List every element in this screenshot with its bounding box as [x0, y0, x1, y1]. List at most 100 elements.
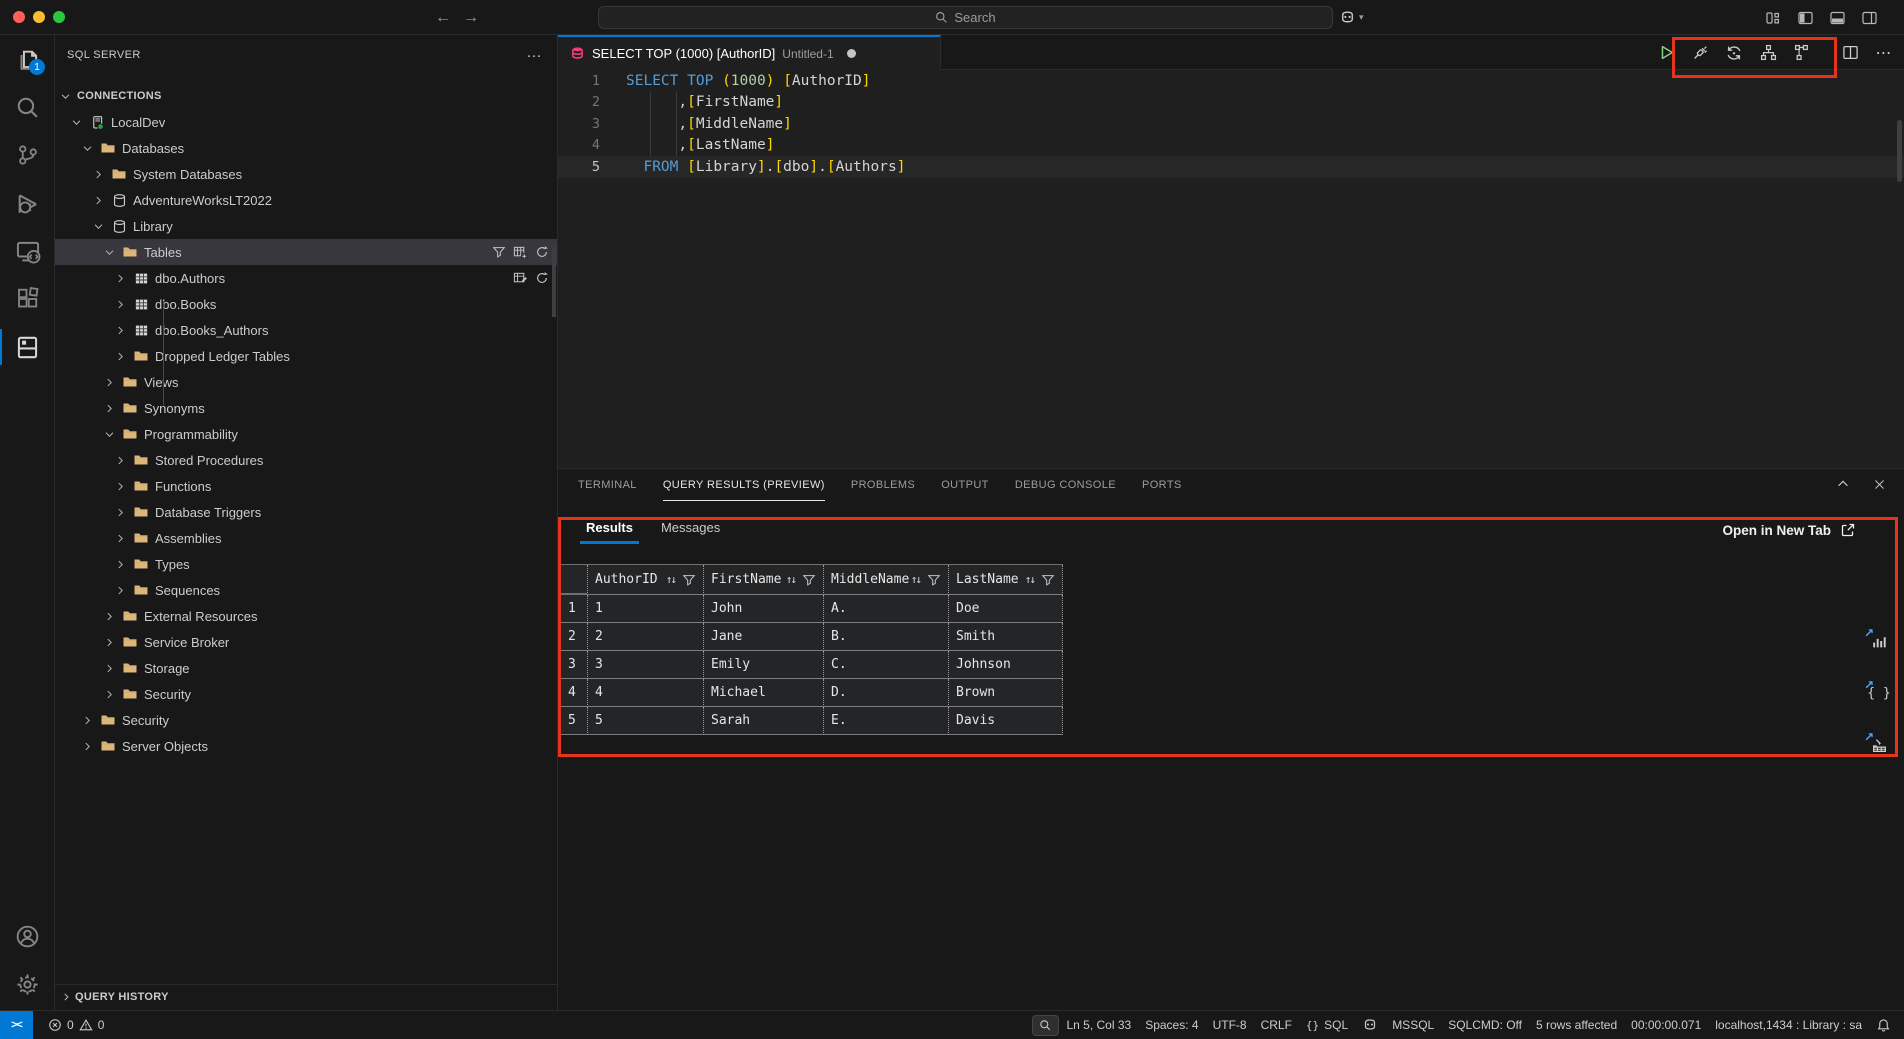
chevron-right-icon[interactable] [102, 403, 116, 414]
change-connection-button[interactable] [1722, 41, 1746, 65]
tree-item-dbo-books[interactable]: dbo.Books [55, 291, 557, 317]
chevron-right-icon[interactable] [113, 273, 127, 284]
chevron-right-icon[interactable] [113, 299, 127, 310]
code-line-5[interactable]: 5 FROM [Library].[dbo].[Authors] [558, 156, 1904, 178]
toggle-primary-sidebar-button[interactable] [1792, 6, 1818, 29]
row-number-cell[interactable]: 2 [560, 623, 588, 651]
statusbar-sqlcmd-mode[interactable]: SQLCMD: Off [1441, 1018, 1529, 1032]
panel-tab-problems[interactable]: PROBLEMS [851, 469, 915, 501]
chevron-right-icon[interactable] [102, 663, 116, 674]
tree-item-storage[interactable]: Storage [55, 655, 557, 681]
results-grid[interactable]: AuthorID↑↓FirstName↑↓MiddleName↑↓LastNam… [560, 564, 1063, 735]
grid-cell[interactable]: Johnson [949, 651, 1063, 679]
chevron-right-icon[interactable] [113, 325, 127, 336]
grid-row-4[interactable]: 44MichaelD.Brown [560, 679, 1063, 707]
statusbar-copilot-status[interactable] [1355, 1017, 1385, 1033]
code-line-4[interactable]: 4 ,[LastName] [558, 135, 1904, 157]
grid-cell[interactable]: Jane [704, 623, 824, 651]
code-line-1[interactable]: 1SELECT TOP (1000) [AuthorID] [558, 70, 1904, 92]
grid-cell[interactable]: 5 [588, 707, 704, 735]
grid-row-3[interactable]: 33EmilyC.Johnson [560, 651, 1063, 679]
statusbar-indentation[interactable]: Spaces: 4 [1138, 1018, 1205, 1032]
filter-icon[interactable] [927, 573, 941, 587]
chevron-down-icon[interactable] [102, 247, 116, 258]
chevron-right-icon[interactable] [113, 481, 127, 492]
chevron-right-icon[interactable] [113, 507, 127, 518]
results-tab-results[interactable]: Results [586, 520, 633, 544]
sidebar-more-actions-button[interactable]: ··· [523, 47, 545, 64]
edit-data-button[interactable] [513, 271, 528, 286]
tree-item-databases[interactable]: Databases [55, 135, 557, 161]
open-in-new-tab-button[interactable]: Open in New Tab [1722, 522, 1856, 538]
toggle-secondary-sidebar-button[interactable] [1856, 6, 1882, 29]
tree-item-types[interactable]: Types [55, 551, 557, 577]
filter-icon[interactable] [802, 573, 816, 587]
panel-tab-debug-console[interactable]: DEBUG CONSOLE [1015, 469, 1116, 501]
save-as-excel-button[interactable]: ↗ [1868, 630, 1890, 652]
chevron-down-icon[interactable] [69, 117, 83, 128]
chevron-right-icon[interactable] [102, 689, 116, 700]
tree-item-sequences[interactable]: Sequences [55, 577, 557, 603]
navigate-back-button[interactable]: ← [432, 7, 454, 29]
grid-header-lastname[interactable]: LastName↑↓ [949, 565, 1063, 595]
chevron-right-icon[interactable] [113, 559, 127, 570]
tree-item-library[interactable]: Library [55, 213, 557, 239]
grid-cell[interactable]: E. [824, 707, 949, 735]
copilot-menu-button[interactable]: ▾ [1339, 6, 1364, 29]
chevron-right-icon[interactable] [113, 533, 127, 544]
chevron-down-icon[interactable] [58, 91, 72, 102]
grid-cell[interactable]: Emily [704, 651, 824, 679]
statusbar-language-mode[interactable]: {}SQL [1299, 1018, 1355, 1032]
tree-item-synonyms[interactable]: Synonyms [55, 395, 557, 421]
tree-item-dbo-books-authors[interactable]: dbo.Books_Authors [55, 317, 557, 343]
grid-cell[interactable]: Davis [949, 707, 1063, 735]
activity-bar-sql-server[interactable] [0, 323, 55, 371]
tree-item-database-triggers[interactable]: Database Triggers [55, 499, 557, 525]
command-center-search[interactable]: Search [598, 6, 1333, 29]
chevron-right-icon[interactable] [113, 455, 127, 466]
statusbar-connection-info[interactable]: localhost,1434 : Library : sa [1708, 1018, 1869, 1032]
chevron-right-icon[interactable] [113, 585, 127, 596]
remote-indicator-button[interactable]: >< [0, 1011, 33, 1039]
split-editor-button[interactable] [1838, 41, 1862, 65]
minimize-window-button[interactable] [33, 11, 45, 23]
new-table-button[interactable] [513, 245, 528, 260]
code-line-2[interactable]: 2 ,[FirstName] [558, 92, 1904, 114]
code-line-3[interactable]: 3 ,[MiddleName] [558, 113, 1904, 135]
sort-icon[interactable]: ↑↓ [786, 573, 795, 586]
chevron-down-icon[interactable] [91, 221, 105, 232]
row-number-cell[interactable]: 4 [560, 679, 588, 707]
tree-item-localdev[interactable]: LocalDev [55, 109, 557, 135]
activity-bar-accounts[interactable] [0, 912, 55, 960]
panel-tab-output[interactable]: OUTPUT [941, 469, 989, 501]
row-number-cell[interactable]: 3 [560, 651, 588, 679]
maximize-window-button[interactable] [53, 11, 65, 23]
tree-item-security-server[interactable]: Security [55, 707, 557, 733]
statusbar-mssql-provider[interactable]: MSSQL [1385, 1018, 1441, 1032]
grid-cell[interactable]: A. [824, 595, 949, 623]
grid-row-2[interactable]: 22JaneB.Smith [560, 623, 1063, 651]
save-as-csv-button[interactable]: ↗ [1868, 734, 1890, 756]
sidebar-scrollbar[interactable] [552, 247, 556, 317]
tab-dirty-indicator[interactable] [847, 49, 856, 58]
actual-plan-button[interactable] [1790, 41, 1814, 65]
tree-item-programmability[interactable]: Programmability [55, 421, 557, 447]
tree-item-dropped-ledger-tables[interactable]: Dropped Ledger Tables [55, 343, 557, 369]
grid-cell[interactable]: C. [824, 651, 949, 679]
row-number-cell[interactable]: 1 [560, 595, 588, 623]
statusbar-cursor-position[interactable]: Ln 5, Col 33 [1059, 1018, 1138, 1032]
chevron-down-icon[interactable] [102, 429, 116, 440]
tree-item-views[interactable]: Views [55, 369, 557, 395]
save-as-json-button[interactable]: ↗{ } [1868, 682, 1890, 704]
tree-item-system-databases[interactable]: System Databases [55, 161, 557, 187]
tree-item-connections[interactable]: CONNECTIONS [55, 83, 557, 109]
tree-item-tables[interactable]: Tables [55, 239, 557, 265]
filter-icon[interactable] [682, 573, 696, 587]
statusbar-encoding[interactable]: UTF-8 [1206, 1018, 1254, 1032]
grid-row-1[interactable]: 11JohnA.Doe [560, 595, 1063, 623]
tree-item-security-db[interactable]: Security [55, 681, 557, 707]
chevron-right-icon[interactable] [102, 637, 116, 648]
grid-cell[interactable]: 3 [588, 651, 704, 679]
tree-item-dbo-authors[interactable]: dbo.Authors [55, 265, 557, 291]
statusbar-eol[interactable]: CRLF [1254, 1018, 1299, 1032]
